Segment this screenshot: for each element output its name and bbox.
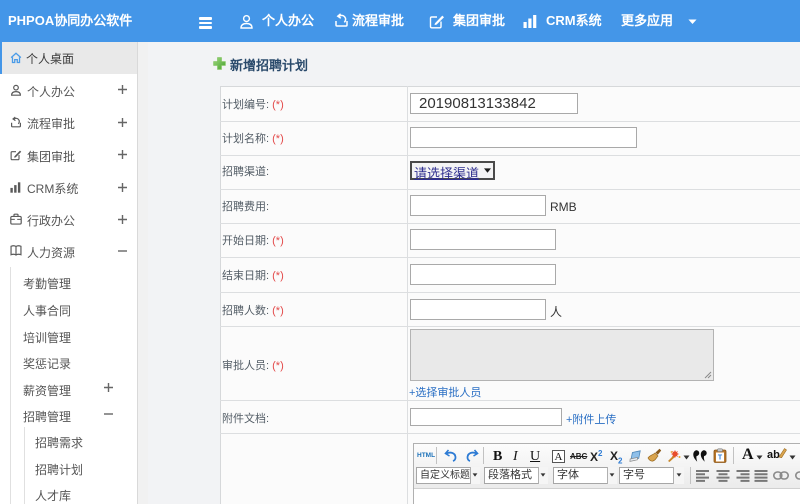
- svg-text:T: T: [718, 455, 723, 462]
